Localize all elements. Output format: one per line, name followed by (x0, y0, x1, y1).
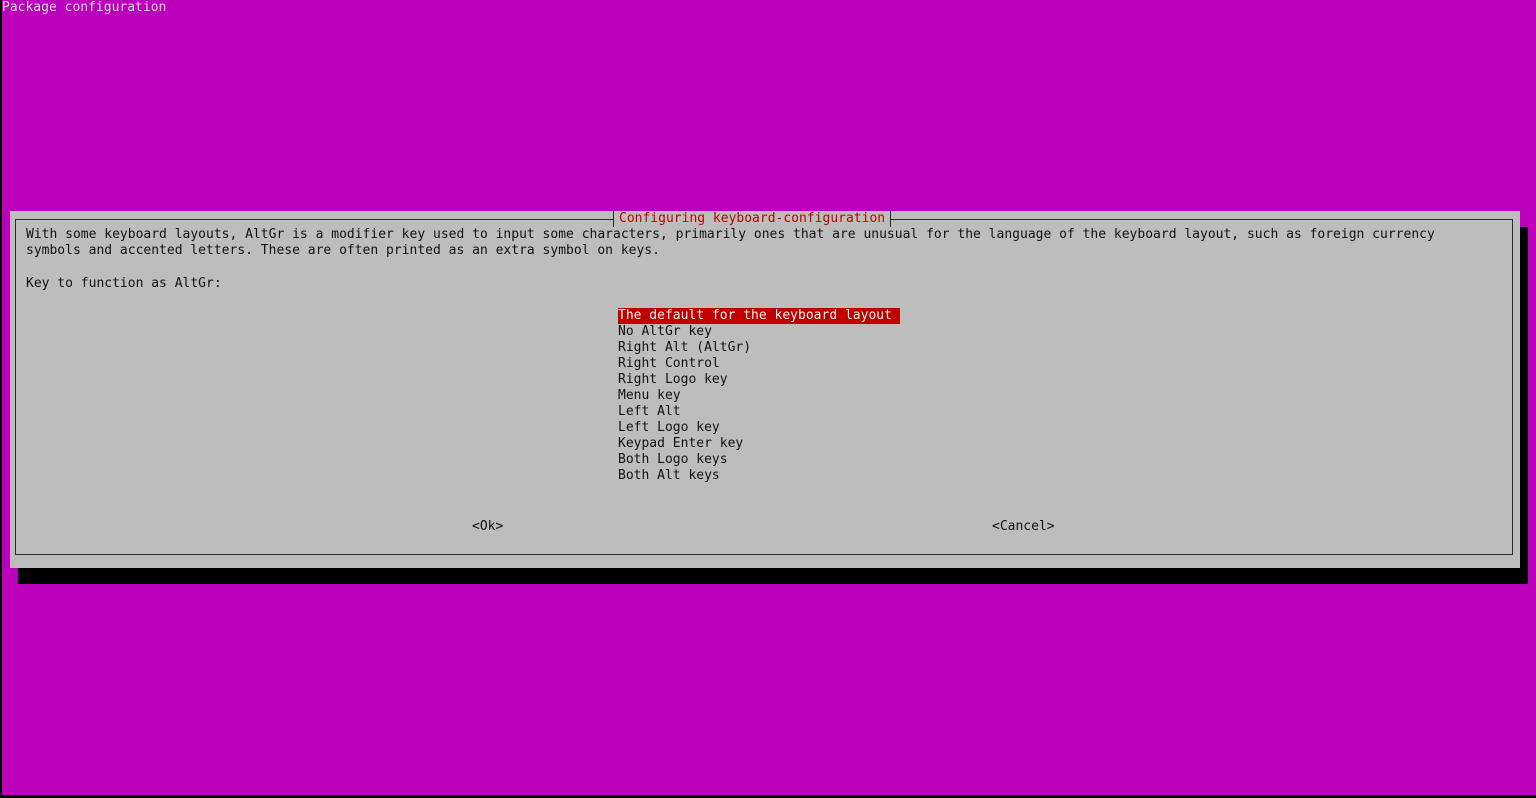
altgr-option-list[interactable]: The default for the keyboard layout No A… (618, 308, 900, 484)
terminal-screen: Package configuration Configuring keyboa… (2, 0, 1536, 795)
option-menu-key[interactable]: Menu key (618, 388, 900, 404)
option-keypad-enter[interactable]: Keypad Enter key (618, 436, 900, 452)
option-both-logo[interactable]: Both Logo keys (618, 452, 900, 468)
option-left-logo[interactable]: Left Logo key (618, 420, 900, 436)
description-line: symbols and accented letters. These are … (26, 243, 660, 258)
option-both-alt[interactable]: Both Alt keys (618, 468, 900, 484)
option-no-altgr[interactable]: No AltGr key (618, 324, 900, 340)
cancel-button[interactable]: <Cancel> (992, 519, 1055, 535)
description-line: With some keyboard layouts, AltGr is a m… (26, 227, 1435, 242)
backtitle: Package configuration (2, 0, 167, 15)
option-right-control[interactable]: Right Control (618, 356, 900, 372)
option-left-alt[interactable]: Left Alt (618, 404, 900, 420)
config-dialog: Configuring keyboard-configuration With … (10, 211, 1520, 568)
option-default-layout[interactable]: The default for the keyboard layout (618, 308, 900, 324)
dialog-title: Configuring keyboard-configuration (613, 211, 892, 227)
prompt-label: Key to function as AltGr: (26, 276, 222, 291)
option-right-logo[interactable]: Right Logo key (618, 372, 900, 388)
option-right-alt[interactable]: Right Alt (AltGr) (618, 340, 900, 356)
ok-button[interactable]: <Ok> (472, 519, 503, 535)
